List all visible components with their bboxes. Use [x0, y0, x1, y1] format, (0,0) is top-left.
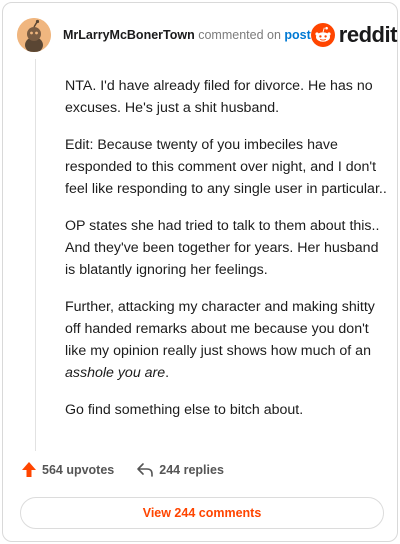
- post-link[interactable]: post: [284, 28, 310, 42]
- comment-paragraph: NTA. I'd have already filed for divorce.…: [65, 78, 373, 116]
- reply-arrow-icon: [137, 462, 154, 477]
- commented-on-label: commented on: [198, 27, 281, 42]
- paragraph-tail-text: .: [165, 365, 170, 381]
- thread-line[interactable]: [35, 59, 36, 451]
- comment-body: NTA. I'd have already filed for divorce.…: [65, 75, 389, 436]
- comment-header: MrLarryMcBonerTown commented on post red…: [17, 17, 397, 53]
- reddit-wordmark: reddit: [338, 22, 398, 47]
- avatar-snoo-icon: [17, 18, 51, 52]
- comment-actions: 564 upvotes 244 replies: [21, 461, 224, 478]
- user-avatar[interactable]: [17, 18, 51, 52]
- upvote-arrow-icon: [22, 462, 36, 477]
- paragraph-italic-text: asshole you are: [65, 365, 166, 381]
- reply-button[interactable]: 244 replies: [136, 462, 224, 478]
- comment-paragraph: Go find something else to bitch about.: [65, 402, 304, 418]
- reddit-snoo-icon: [310, 23, 335, 47]
- paragraph-text: Further, attacking my character and maki…: [65, 299, 375, 359]
- upvote-count: 564 upvotes: [42, 462, 115, 477]
- upvote-button[interactable]: 564 upvotes: [21, 461, 114, 478]
- reddit-logo[interactable]: reddit: [310, 22, 398, 48]
- comment-paragraph: Edit: Because twenty of you imbeciles ha…: [65, 137, 387, 197]
- username-link[interactable]: MrLarryMcBonerTown: [63, 28, 195, 42]
- comment-paragraph: OP states she had tried to talk to them …: [65, 218, 380, 278]
- comment-card: MrLarryMcBonerTown commented on post red…: [2, 2, 398, 542]
- comment-paragraph: Further, attacking my character and maki…: [65, 296, 389, 384]
- reply-count: 244 replies: [159, 462, 224, 477]
- view-comments-button[interactable]: View 244 comments: [20, 497, 384, 529]
- comment-meta: MrLarryMcBonerTown commented on post: [63, 29, 311, 42]
